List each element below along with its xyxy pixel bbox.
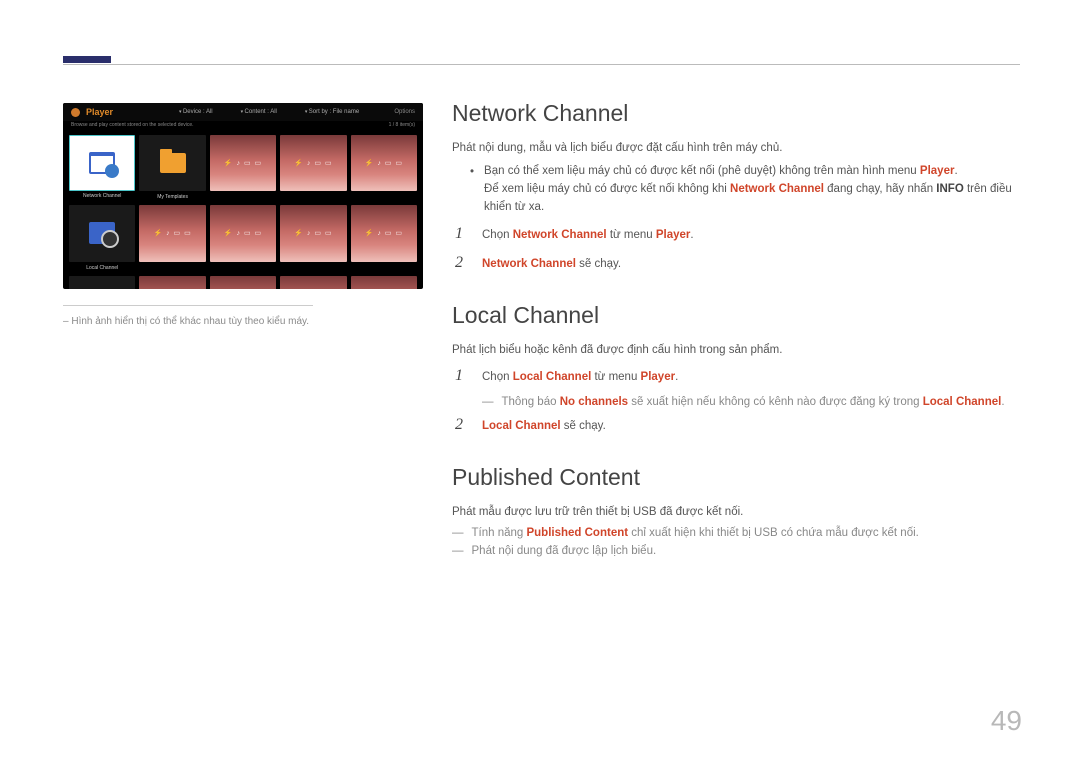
menu-device: Device : All [179, 109, 213, 115]
screenshot-title: Player [86, 107, 113, 117]
screenshot-header: Player Device : All Content : All Sort b… [63, 103, 423, 121]
folder-icon [160, 153, 186, 173]
tile-my-templates: My Templates [139, 135, 205, 191]
step-2: 2 Local Channel sẽ chạy. [452, 416, 1020, 435]
intro-text: Phát lịch biểu hoặc kênh đã được định cấ… [452, 341, 1020, 359]
screenshot-menu: Device : All Content : All Sort by : Fil… [179, 109, 359, 115]
tile-generic: ⚡ ♪ ▭ ▭ [210, 205, 276, 261]
step-text: Network Channel sẽ chạy. [482, 255, 621, 273]
keyword-info: INFO [936, 183, 963, 195]
media-glyphs-icon: ⚡ ♪ ▭ ▭ [153, 229, 191, 237]
intro-text: Phát nội dung, mẫu và lịch biểu được đặt… [452, 139, 1020, 157]
header-rule [63, 64, 1020, 65]
media-glyphs-icon: ⚡ ♪ ▭ ▭ [224, 159, 262, 167]
note-text: Tính năng Published Content chỉ xuất hiệ… [472, 527, 919, 539]
caption-text: Hình ảnh hiển thị có thể khác nhau tùy t… [71, 316, 309, 327]
keyword-player: Player [920, 165, 955, 177]
tile-generic: ⚡ ♪ ▭ ▭ [351, 135, 417, 191]
keyword-player: Player [656, 229, 691, 241]
player-logo-icon [71, 108, 80, 117]
step-text: Chọn Local Channel từ menu Player. [482, 368, 678, 386]
media-glyphs-icon: ⚡ ♪ ▭ ▭ [294, 229, 332, 237]
tile-network-channel: Network Channel [69, 135, 135, 191]
tile-generic: ⚡ ♪ ▭ ▭ [139, 276, 205, 289]
keyword-network-channel: Network Channel [513, 229, 607, 241]
bullet-dot-icon: • [470, 163, 474, 216]
screenshot-subtitle: Browse and play content stored on the se… [71, 122, 194, 128]
heading-network-channel: Network Channel [452, 100, 1020, 127]
tile-local-channel: Local Channel [69, 205, 135, 261]
menu-content: Content : All [241, 109, 277, 115]
keyword-local-channel: Local Channel [482, 420, 561, 432]
heading-local-channel: Local Channel [452, 302, 1020, 329]
tile-generic: ⚡ ♪ ▭ ▭ [280, 276, 346, 289]
right-column: Network Channel Phát nội dung, mẫu và lị… [452, 100, 1020, 585]
step-number: 2 [452, 254, 466, 272]
screenshot-subheader: Browse and play content stored on the se… [63, 121, 423, 131]
note-line: ― Thông báo No channels sẽ xuất hiện nếu… [482, 396, 1020, 408]
menu-options: Options [394, 109, 415, 115]
note-line: ― Tính năng Published Content chỉ xuất h… [452, 527, 1020, 539]
tile-generic: ⚡ ♪ ▭ ▭ [351, 205, 417, 261]
bullet-item: • Bạn có thể xem liệu máy chủ có được kế… [470, 163, 1020, 216]
section-published-content: Published Content Phát mẫu được lưu trữ … [452, 464, 1020, 557]
heading-published-content: Published Content [452, 464, 1020, 491]
keyword-no-channels: No channels [560, 396, 628, 408]
menu-sort: Sort by : File name [305, 109, 359, 115]
media-glyphs-icon: ⚡ ♪ ▭ ▭ [224, 229, 262, 237]
steps-list: 1 Chọn Local Channel từ menu Player. ― T… [452, 367, 1020, 436]
caption-divider [63, 305, 313, 306]
tile-label: My Templates [139, 194, 205, 200]
step-text: Local Channel sẽ chạy. [482, 417, 606, 435]
step-1: 1 Chọn Local Channel từ menu Player. [452, 367, 1020, 386]
media-glyphs-icon: ⚡ ♪ ▭ ▭ [294, 159, 332, 167]
steps-list: 1 Chọn Network Channel từ menu Player. 2… [452, 225, 1020, 274]
step-text: Chọn Network Channel từ menu Player. [482, 226, 694, 244]
step-number: 1 [452, 367, 466, 385]
note-line: ― Phát nội dung đã được lập lịch biểu. [452, 545, 1020, 557]
tile-generic: ⚡ ♪ ▭ ▭ [139, 205, 205, 261]
step-number: 2 [452, 416, 466, 434]
bullet-text: Bạn có thể xem liệu máy chủ có được kết … [484, 163, 1020, 216]
keyword-network-channel: Network Channel [482, 258, 576, 270]
section-network-channel: Network Channel Phát nội dung, mẫu và lị… [452, 100, 1020, 274]
tile-generic: ⚡ ♪ ▭ ▭ [351, 276, 417, 289]
note-text: Phát nội dung đã được lập lịch biểu. [472, 545, 657, 557]
media-glyphs-icon: ⚡ ♪ ▭ ▭ [365, 229, 403, 237]
keyword-player: Player [641, 371, 676, 383]
step-1: 1 Chọn Network Channel từ menu Player. [452, 225, 1020, 244]
note-dash-icon: ― [452, 527, 464, 539]
player-screenshot: Player Device : All Content : All Sort b… [63, 103, 423, 289]
tile-generic: ⚡ ♪ ▭ ▭ [280, 205, 346, 261]
calendar-clock-icon [89, 222, 115, 244]
page-number: 49 [991, 705, 1022, 737]
tile-label: Local Channel [69, 265, 135, 271]
tile-label: Network Channel [70, 193, 134, 199]
note-text: Thông báo No channels sẽ xuất hiện nếu k… [502, 396, 1005, 408]
keyword-network-channel: Network Channel [730, 183, 824, 195]
calendar-globe-icon [89, 152, 115, 174]
header-accent-bar [63, 56, 111, 63]
section-local-channel: Local Channel Phát lịch biểu hoặc kênh đ… [452, 302, 1020, 436]
keyword-local-channel: Local Channel [923, 396, 1002, 408]
image-caption: – Hình ảnh hiển thị có thể khác nhau tùy… [63, 316, 423, 327]
tile-generic: ⚡ ♪ ▭ ▭ [210, 135, 276, 191]
media-glyphs-icon: ⚡ ♪ ▭ ▭ [365, 159, 403, 167]
keyword-local-channel: Local Channel [513, 371, 592, 383]
tile-generic: ⚡ ♪ ▭ ▭ [210, 276, 276, 289]
tile-published-content: Published Content [69, 276, 135, 289]
step-2: 2 Network Channel sẽ chạy. [452, 254, 1020, 273]
left-column: Player Device : All Content : All Sort b… [63, 103, 423, 327]
tile-generic: ⚡ ♪ ▭ ▭ [280, 135, 346, 191]
screenshot-counter: 1 / 8 item(s) [389, 122, 415, 128]
screenshot-grid: Network Channel My Templates ⚡ ♪ ▭ ▭ ⚡ ♪… [63, 131, 423, 289]
intro-text: Phát mẫu được lưu trữ trên thiết bị USB … [452, 503, 1020, 521]
note-dash-icon: ― [452, 545, 464, 557]
note-dash-icon: ― [482, 396, 494, 408]
keyword-published-content: Published Content [526, 527, 628, 539]
step-number: 1 [452, 225, 466, 243]
